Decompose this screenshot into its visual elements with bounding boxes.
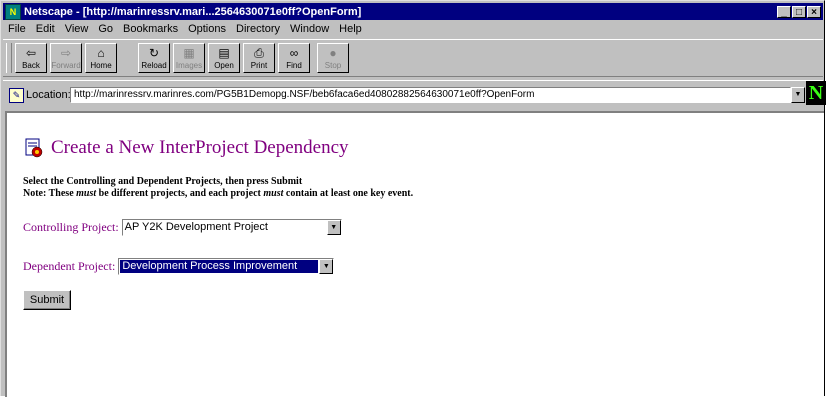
menu-help[interactable]: Help [334,23,367,35]
page-content: Create a New InterProject Dependency Sel… [5,111,824,397]
stop-icon: ● [329,46,337,60]
menu-edit[interactable]: Edit [31,23,60,35]
location-input[interactable]: http://marinressrv.marinres.com/PG5B1Dem… [70,87,791,103]
dependent-project-label: Dependent Project: [23,259,116,273]
maximize-button[interactable]: □ [792,5,806,18]
forward-arrow-icon: ⇨ [60,46,72,60]
back-arrow-icon: ⇦ [25,46,37,60]
home-icon: ⌂ [97,46,105,60]
images-button[interactable]: ▦ Images [173,43,205,73]
reload-button[interactable]: ↻ Reload [138,43,170,73]
window-title: Netscape - [http://marinressrv.mari...25… [24,5,362,18]
reload-icon: ↻ [148,46,160,60]
menu-bar: File Edit View Go Bookmarks Options Dire… [3,21,823,37]
menu-file[interactable]: File [3,23,31,35]
menu-options[interactable]: Options [183,23,231,35]
back-button[interactable]: ⇦ Back [15,43,47,73]
menu-go[interactable]: Go [93,23,118,35]
find-button[interactable]: ∞ Find [278,43,310,73]
minimize-button[interactable]: _ [777,5,791,18]
document-form-icon [23,137,45,159]
controlling-project-select[interactable]: AP Y2K Development Project ▼ [121,219,342,236]
open-button[interactable]: ▤ Open [208,43,240,73]
netscape-logo: N [806,81,826,105]
instruction-line-1: Select the Controlling and Dependent Pro… [23,176,303,187]
instructions: Select the Controlling and Dependent Pro… [23,176,413,200]
dependent-project-select[interactable]: Development Process Improvement ▼ [118,258,335,275]
location-bar: ✎ Location: http://marinressrv.marinres.… [3,80,823,108]
dependent-project-row: Dependent Project: Development Process I… [23,258,335,275]
toolbar-grip[interactable] [6,43,12,73]
chevron-down-icon[interactable]: ▼ [326,220,341,235]
menu-directory[interactable]: Directory [231,23,285,35]
forward-button[interactable]: ⇨ Forward [50,43,82,73]
binoculars-icon: ∞ [289,46,299,60]
page-title: Create a New InterProject Dependency [51,137,349,158]
bookmark-link-icon[interactable]: ✎ [9,88,24,103]
window-controls: _ □ × [777,5,821,18]
home-button[interactable]: ⌂ Home [85,43,117,73]
submit-button[interactable]: Submit [23,290,71,310]
close-button[interactable]: × [807,5,821,18]
location-label: Location: [26,89,71,101]
navigation-toolbar: ⇦ Back ⇨ Forward ⌂ Home ↻ Reload ▦ Image… [3,39,823,77]
stop-button[interactable]: ● Stop [317,43,349,73]
location-dropdown-arrow[interactable]: ▼ [791,87,805,103]
images-icon: ▦ [183,46,195,60]
instruction-line-2: Note: These must be different projects, … [23,188,414,199]
page-heading: Create a New InterProject Dependency [23,137,349,159]
controlling-project-row: Controlling Project: AP Y2K Development … [23,219,342,236]
print-button[interactable]: ⎙ Print [243,43,275,73]
menu-view[interactable]: View [60,23,94,35]
chevron-down-icon[interactable]: ▼ [319,259,334,274]
browser-window: N Netscape - [http://marinressrv.mari...… [0,0,826,397]
menu-bookmarks[interactable]: Bookmarks [118,23,183,35]
title-bar: N Netscape - [http://marinressrv.mari...… [3,3,823,20]
open-icon: ▤ [218,46,230,60]
netscape-app-icon: N [5,3,21,20]
printer-icon: ⎙ [254,46,264,60]
controlling-project-label: Controlling Project: [23,220,119,234]
menu-window[interactable]: Window [285,23,334,35]
